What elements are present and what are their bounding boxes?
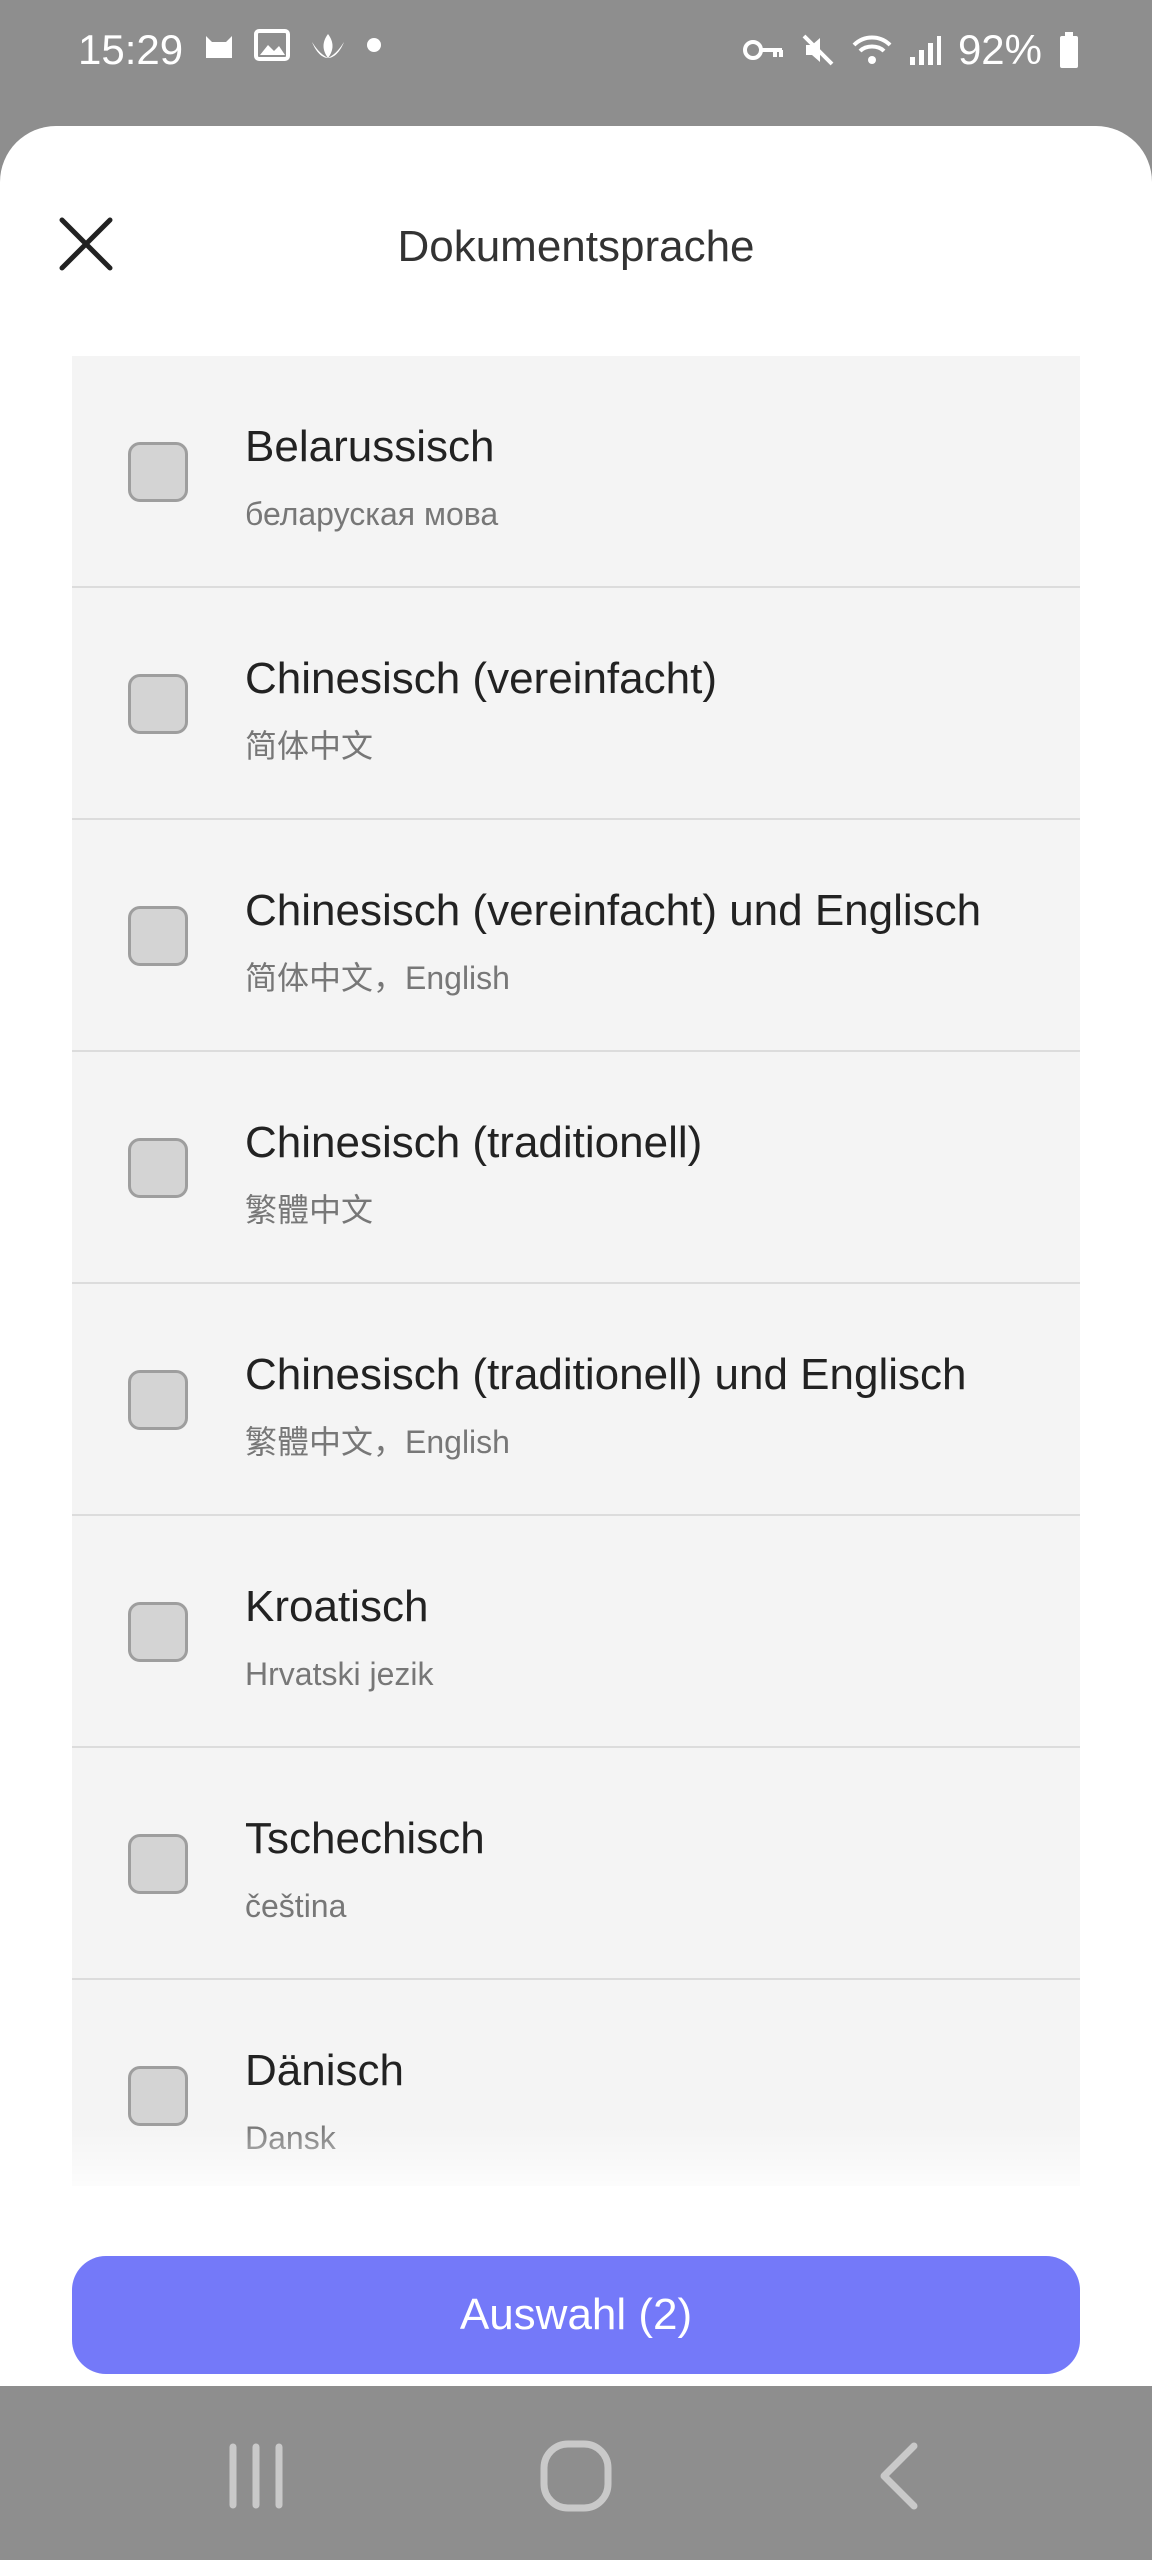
language-native-name: 简体中文，English (245, 960, 510, 996)
dot-icon (366, 28, 382, 62)
language-name: Chinesisch (vereinfacht) und Englisch (245, 886, 982, 935)
language-item-kroatisch[interactable]: Kroatisch Hrvatski jezik (72, 1516, 1080, 1748)
language-item-daenisch[interactable]: Dänisch Dansk (72, 1980, 1080, 2212)
home-icon (540, 2440, 612, 2512)
notification-icons (202, 28, 382, 62)
language-list[interactable]: Belarussisch беларуская мова Chinesisch … (72, 356, 1080, 2306)
language-name: Chinesisch (traditionell) (245, 1118, 703, 1167)
recent-apps-icon (229, 2443, 283, 2509)
language-name: Kroatisch (245, 1582, 429, 1631)
status-time: 15:29 (78, 26, 184, 73)
language-checkbox[interactable] (128, 442, 188, 502)
signal-icon (908, 33, 942, 67)
wifi-icon (852, 33, 892, 67)
language-checkbox[interactable] (128, 906, 188, 966)
language-item-chinesisch-vereinfacht[interactable]: Chinesisch (vereinfacht) 简体中文 (72, 588, 1080, 820)
vpn-key-icon (742, 35, 784, 65)
language-checkbox[interactable] (128, 1138, 188, 1198)
back-button[interactable] (840, 2426, 960, 2526)
status-bar: 15:29 92% (0, 0, 1152, 100)
language-native-name: 简体中文 (245, 728, 374, 764)
language-native-name: čeština (245, 1888, 347, 1924)
navigation-bar (0, 2386, 1152, 2560)
mute-icon (800, 32, 836, 68)
language-item-chinesisch-traditionell[interactable]: Chinesisch (traditionell) 繁體中文 (72, 1052, 1080, 1284)
language-checkbox[interactable] (128, 1602, 188, 1662)
language-checkbox[interactable] (128, 1370, 188, 1430)
language-name: Chinesisch (vereinfacht) (245, 654, 717, 703)
sheet-footer: Auswahl (2) (0, 2186, 1152, 2386)
language-native-name: Dansk (245, 2120, 336, 2156)
sheet-title: Dokumentsprache (397, 222, 755, 271)
language-native-name: Hrvatski jezik (245, 1656, 434, 1692)
language-checkbox[interactable] (128, 2066, 188, 2126)
language-name: Tschechisch (245, 1814, 485, 1863)
language-checkbox[interactable] (128, 674, 188, 734)
recent-apps-button[interactable] (196, 2426, 316, 2526)
back-icon (880, 2442, 918, 2510)
battery-icon (1058, 31, 1080, 69)
language-checkbox[interactable] (128, 1834, 188, 1894)
image-icon (254, 28, 290, 62)
language-item-chinesisch-vereinfacht-englisch[interactable]: Chinesisch (vereinfacht) und Englisch 简体… (72, 820, 1080, 1052)
sheet-header: Dokumentsprache (0, 126, 1152, 356)
battery-percentage: 92% (957, 26, 1042, 73)
cat-notification-icon (202, 28, 236, 62)
language-item-belarussisch[interactable]: Belarussisch беларуская мова (72, 356, 1080, 588)
language-native-name: 繁體中文，English (245, 1424, 510, 1460)
language-name: Belarussisch (245, 422, 495, 471)
select-button[interactable]: Auswahl (2) (72, 2256, 1080, 2374)
language-native-name: беларуская мова (245, 496, 499, 532)
home-button[interactable] (516, 2426, 636, 2526)
lotus-icon (308, 28, 348, 62)
language-item-chinesisch-traditionell-englisch[interactable]: Chinesisch (traditionell) und Englisch 繁… (72, 1284, 1080, 1516)
language-name: Dänisch (245, 2046, 404, 2095)
language-item-tschechisch[interactable]: Tschechisch čeština (72, 1748, 1080, 1980)
language-native-name: 繁體中文 (245, 1192, 374, 1228)
system-status-icons: 92% (742, 22, 1080, 78)
language-bottom-sheet: Dokumentsprache Belarussisch беларуская … (0, 126, 1152, 2386)
language-name: Chinesisch (traditionell) und Englisch (245, 1350, 967, 1399)
